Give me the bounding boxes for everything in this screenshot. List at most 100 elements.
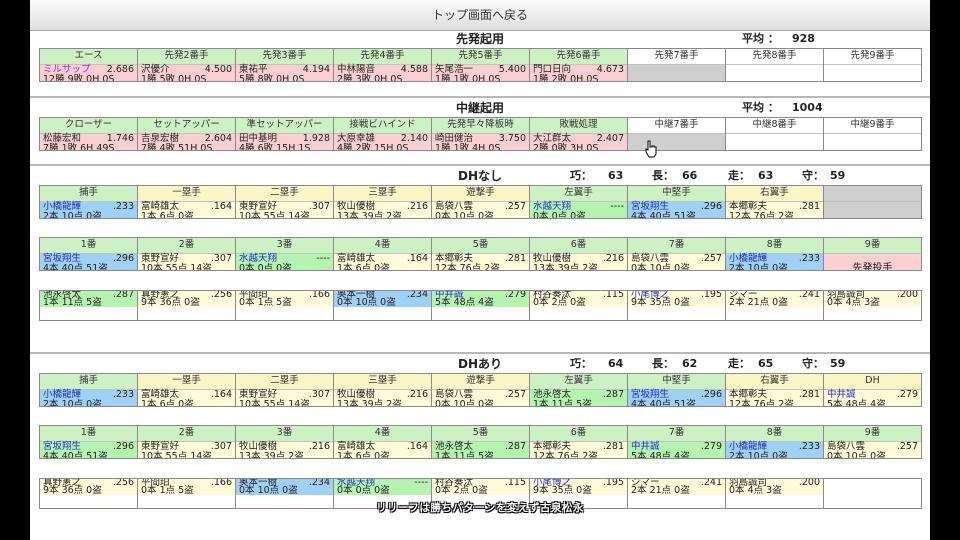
dhy-bench-row1 bbox=[827, 479, 918, 487]
dhn-order-cell[interactable]: 5番 本郷彰夫 .281 12本 76点 2盗 bbox=[431, 237, 530, 271]
reliever-cell[interactable]: 敗戦処理 大江群太 2.407 2勝 0敗 3H 0S bbox=[529, 117, 628, 151]
dhn-order-body: 本郷彰夫 .281 12本 76点 2盗 bbox=[432, 254, 529, 270]
dhn-bench-cell[interactable]: 中井誠 .279 5本 48点 4盗 bbox=[431, 290, 530, 321]
dhy-position-cell[interactable]: 捕手 小橋龍輝 .233 2本 10点 0盗 bbox=[39, 373, 138, 407]
dhn-position-header: 右翼手 bbox=[726, 186, 823, 202]
dhn-order-cell[interactable]: 3番 水越天翔 ---- 0本 0点 0盗 bbox=[235, 237, 334, 271]
dhn-order-cell[interactable]: 7番 島袋八雲 .257 0本 10点 0盗 bbox=[627, 237, 726, 271]
player-record: 10本 55点 14盗 bbox=[141, 263, 212, 271]
dhy-position-header: 中堅手 bbox=[628, 374, 725, 390]
dhn-position-cell[interactable]: 左翼手 水越天翔 ---- 0本 0点 0盗 bbox=[529, 185, 628, 219]
starter-cell[interactable]: 先発5番手 矢尾浩一 5.400 1勝 1敗 0H 0S bbox=[431, 48, 530, 82]
dhn-order-cell[interactable]: 8番 小橋龍輝 .233 2本 10点 0盗 bbox=[725, 237, 824, 271]
reliever-cell[interactable]: 準セットアッパー 田中基明 1.928 4勝 6敗 15H 1S bbox=[235, 117, 334, 151]
starter-cell[interactable]: 先発8番手 bbox=[725, 48, 824, 82]
player-record: 13本 39点 2盗 bbox=[337, 399, 402, 407]
dhy-order-body: 小橋龍輝 .233 2本 10点 0盗 bbox=[726, 442, 823, 458]
dhn-order-body: 東野宣好 .307 10本 55点 14盗 bbox=[138, 254, 235, 271]
dhy-position-cell[interactable]: 二塁手 東野宣好 .307 10本 55点 14盗 bbox=[235, 373, 334, 407]
dhy-position-cell[interactable]: 三塁手 牧山優樹 .216 13本 39点 2盗 bbox=[333, 373, 432, 407]
player-record: 0本 1点 5盗 bbox=[141, 485, 194, 496]
reliever-cell[interactable]: 接戦ビハインド 大原幸雄 2.140 4勝 2敗 15H 0S bbox=[333, 117, 432, 151]
dhy-order-cell[interactable]: 9番 島袋八雲 .257 0本 10点 0盗 bbox=[823, 425, 922, 459]
starter-cell[interactable]: 先発2番手 沢優介 4.500 1勝 5敗 0H 0S bbox=[137, 48, 236, 82]
reliever-cell[interactable]: 中継8番手 bbox=[725, 117, 824, 151]
starter-cell[interactable]: 先発6番手 門口日向 4.673 1勝 2敗 0H 0S bbox=[529, 48, 628, 82]
dh-yes-header: DHあり 巧： 64 長： 62 走： 65 守： 59 bbox=[30, 356, 930, 372]
dhy-bench-body: 奥本一樹 .234 0本 10点 0盗 bbox=[236, 479, 333, 495]
back-to-top-button[interactable]: トップ画面へ戻る bbox=[30, 0, 930, 31]
dhn-position-cell[interactable] bbox=[823, 185, 922, 219]
dhn-order-cell[interactable]: 6番 牧山優樹 .216 13本 39点 2盗 bbox=[529, 237, 628, 271]
player-record: 1本 11点 5盗 bbox=[435, 451, 494, 459]
dhy-position-cell[interactable]: 右翼手 本郷彰夫 .281 12本 76点 2盗 bbox=[725, 373, 824, 407]
dhn-position-header bbox=[824, 186, 921, 202]
dhn-order-cell[interactable]: 1番 宮坂翔生 .296 4本 40点 51盗 bbox=[39, 237, 138, 271]
dhn-bench-cell[interactable]: 村谷奏汰 .115 0本 2点 0盗 bbox=[529, 290, 628, 321]
reliever-cell[interactable]: 中継7番手 bbox=[627, 117, 726, 151]
reliever-cell[interactable]: 先発早々降板時 崎田健治 3.750 1勝 1敗 4H 0S bbox=[431, 117, 530, 151]
dhy-order-cell[interactable]: 7番 中井誠 .279 5本 48点 4盗 bbox=[627, 425, 726, 459]
dhy-order-cell[interactable]: 5番 池永啓太 .287 1本 11点 5盗 bbox=[431, 425, 530, 459]
dhn-bench-cell[interactable]: ジマー .241 2本 21点 0盗 bbox=[725, 290, 824, 321]
dhy-bench-body bbox=[824, 479, 921, 495]
player-record: 0本 10点 0盗 bbox=[435, 211, 494, 219]
player-record: 0本 4点 3盗 bbox=[827, 297, 880, 308]
dhn-bench-cell[interactable]: 池永啓太 .287 1本 11点 5盗 bbox=[39, 290, 138, 321]
reliever-body: 崎田健治 3.750 1勝 1敗 4H 0S bbox=[432, 134, 529, 150]
reliever-cell[interactable]: クローザー 松藤宏和 1.746 7勝 1敗 6H 49S bbox=[39, 117, 138, 151]
dhy-order-cell[interactable]: 1番 宮坂翔生 .296 4本 40点 51盗 bbox=[39, 425, 138, 459]
dhn-position-cell[interactable]: 中堅手 宮坂翔生 .296 4本 40点 51盗 bbox=[627, 185, 726, 219]
dhn-order-body: 富崎雄太 .164 1本 6点 0盗 bbox=[334, 254, 431, 270]
player-rating: .296 bbox=[700, 201, 722, 212]
dhn-order-cell[interactable]: 2番 東野宣好 .307 10本 55点 14盗 bbox=[137, 237, 236, 271]
dhn-position-cell[interactable]: 三塁手 牧山優樹 .216 13本 39点 2盗 bbox=[333, 185, 432, 219]
starter-header: エース bbox=[40, 49, 137, 65]
dhn-bench-cell[interactable]: 奥本一樹 .234 0本 10点 0盗 bbox=[333, 290, 432, 321]
dh-none-stat-2-label: 走： bbox=[728, 169, 750, 182]
dhy-order-cell[interactable]: 4番 富崎雄太 .164 1本 6点 0盗 bbox=[333, 425, 432, 459]
dh-yes-stat-1-label: 長： bbox=[652, 357, 674, 370]
dhn-position-cell[interactable]: 二塁手 東野宣好 .307 10本 55点 14盗 bbox=[235, 185, 334, 219]
reliever-cell[interactable]: 中継9番手 bbox=[823, 117, 922, 151]
dhn-bench-body: 池永啓太 .287 1本 11点 5盗 bbox=[40, 291, 137, 307]
player-rating: .307 bbox=[308, 389, 330, 400]
dhn-order-cell[interactable]: 4番 富崎雄太 .164 1本 6点 0盗 bbox=[333, 237, 432, 271]
dhy-position-body: 富崎雄太 .164 1本 6点 0盗 bbox=[138, 390, 235, 406]
dhn-bench-cell[interactable]: 真野憲之 .256 9本 36点 0盗 bbox=[137, 290, 236, 321]
starter-cell[interactable]: エース ミルサップ 2.686 12勝 9敗 0H 0S bbox=[39, 48, 138, 82]
dhn-position-cell[interactable]: 一塁手 富崎雄太 .164 1本 6点 0盗 bbox=[137, 185, 236, 219]
dhy-order-cell[interactable]: 3番 牧山優樹 .216 13本 39点 2盗 bbox=[235, 425, 334, 459]
player-record: 1本 11点 5盗 bbox=[43, 297, 102, 308]
dhn-bench-cell[interactable]: 小尾博之 .195 9本 35点 0盗 bbox=[627, 290, 726, 321]
dhy-position-cell[interactable]: DH 中井誠 .279 5本 48点 4盗 bbox=[823, 373, 922, 407]
dhy-order-header: 5番 bbox=[432, 426, 529, 442]
dhn-bench-cell[interactable]: 平間珀 .166 0本 1点 5盗 bbox=[235, 290, 334, 321]
dhn-position-cell[interactable]: 右翼手 本郷彰夫 .281 12本 76点 2盗 bbox=[725, 185, 824, 219]
dhy-order-cell[interactable]: 2番 東野宣好 .307 10本 55点 14盗 bbox=[137, 425, 236, 459]
starter-cell[interactable]: 先発9番手 bbox=[823, 48, 922, 82]
starter-cell[interactable]: 先発7番手 bbox=[627, 48, 726, 82]
dhy-position-header: 三塁手 bbox=[334, 374, 431, 390]
dhn-order-cell[interactable]: 9番 先発投手 bbox=[823, 237, 922, 271]
dhy-order-cell[interactable]: 8番 小橋龍輝 .233 2本 10点 0盗 bbox=[725, 425, 824, 459]
starter-cell[interactable]: 先発4番手 中林陽音 4.588 2勝 3敗 0H 0S bbox=[333, 48, 432, 82]
dhy-position-cell[interactable]: 中堅手 宮坂翔生 .296 4本 40点 51盗 bbox=[627, 373, 726, 407]
starter-header: 先発7番手 bbox=[628, 49, 725, 65]
reliever-cell[interactable]: セットアッパー 吉泉宏樹 2.604 7勝 4敗 51H 0S bbox=[137, 117, 236, 151]
player-rating: 2.407 bbox=[596, 133, 624, 144]
hand-cursor-icon bbox=[645, 140, 657, 158]
dhn-bench-cell[interactable]: 羽島誠司 .200 0本 4点 3盗 bbox=[823, 290, 922, 321]
player-record: 0本 10点 0盗 bbox=[239, 485, 298, 496]
dhy-position-cell[interactable]: 遊撃手 島袋八雲 .257 0本 10点 0盗 bbox=[431, 373, 530, 407]
dhn-position-cell[interactable]: 遊撃手 島袋八雲 .257 0本 10点 0盗 bbox=[431, 185, 530, 219]
dhy-position-cell[interactable]: 一塁手 富崎雄太 .164 1本 6点 0盗 bbox=[137, 373, 236, 407]
dhn-position-cell[interactable]: 捕手 小橋龍輝 .233 2本 10点 0盗 bbox=[39, 185, 138, 219]
player-rating: .233 bbox=[112, 389, 134, 400]
dhy-position-cell[interactable]: 左翼手 池永啓太 .287 1本 11点 5盗 bbox=[529, 373, 628, 407]
reliever-body: 大江群太 2.407 2勝 0敗 3H 0S bbox=[530, 133, 627, 150]
dhy-order-header: 8番 bbox=[726, 426, 823, 442]
starter-cell[interactable]: 先発3番手 東祐平 4.194 5勝 8敗 0H 0S bbox=[235, 48, 334, 82]
dhy-order-cell[interactable]: 6番 本郷彰夫 .281 12本 76点 2盗 bbox=[529, 425, 628, 459]
dhn-position-header: 二塁手 bbox=[236, 186, 333, 202]
